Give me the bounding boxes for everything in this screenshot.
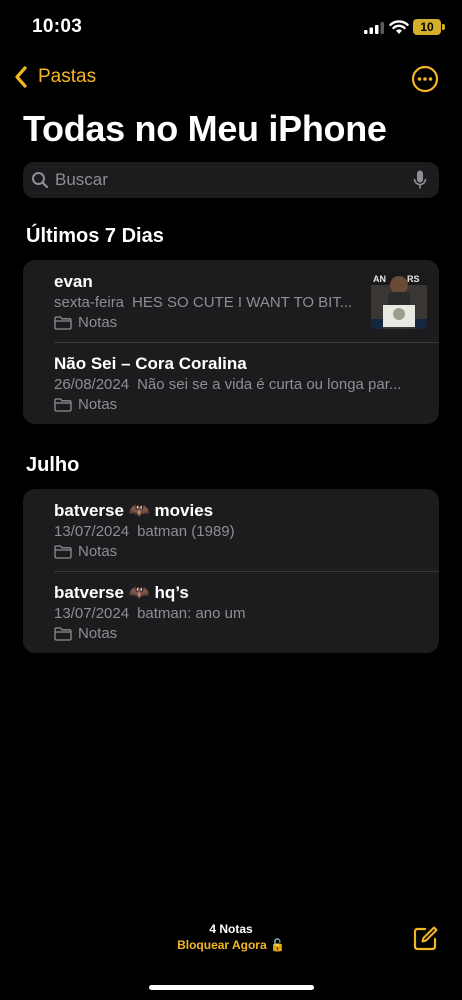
- note-folder: Notas: [54, 314, 117, 331]
- note-folder-label: Notas: [78, 314, 118, 331]
- back-button[interactable]: Pastas: [14, 66, 96, 88]
- note-item[interactable]: batverse 🦇 movies 13/07/2024 batman (1989…: [23, 489, 439, 571]
- section-header: Últimos 7 Dias: [26, 225, 164, 247]
- note-meta: 26/08/2024 Não sei se a vida é curta ou l…: [54, 376, 401, 393]
- battery-icon: 10: [413, 19, 441, 35]
- note-folder: Notas: [54, 396, 117, 413]
- compose-icon[interactable]: [413, 925, 439, 951]
- note-item[interactable]: batverse 🦇 hq’s 13/07/2024 batman: ano um…: [23, 571, 439, 653]
- more-options-icon[interactable]: [411, 65, 439, 93]
- lock-now-button[interactable]: Bloquear Agora 🔓: [0, 938, 462, 952]
- note-date: 26/08/2024: [54, 376, 130, 393]
- section-header: Julho: [26, 454, 80, 476]
- status-time: 10:03: [32, 16, 83, 37]
- note-preview: batman (1989): [137, 523, 235, 540]
- note-meta: sexta-feira HES SO CUTE I WANT TO BIT...: [54, 294, 352, 311]
- chevron-left-icon: [15, 66, 27, 88]
- note-date: 13/07/2024: [54, 605, 130, 622]
- search-bar[interactable]: [23, 162, 439, 198]
- home-indicator[interactable]: [149, 985, 314, 990]
- note-title: Não Sei – Cora Coralina: [54, 354, 247, 373]
- folder-icon: [54, 544, 72, 559]
- svg-text:AN: AN: [373, 274, 386, 284]
- note-date: sexta-feira: [54, 294, 125, 311]
- note-title: batverse 🦇 movies: [54, 501, 214, 520]
- note-preview: Não sei se a vida é curta ou longa par..…: [137, 376, 402, 393]
- note-item[interactable]: Não Sei – Cora Coralina 26/08/2024 Não se…: [23, 342, 439, 424]
- notes-group: evan sexta-feira HES SO CUTE I WANT TO BI…: [23, 260, 439, 424]
- note-title: batverse 🦇 hq’s: [54, 583, 189, 602]
- note-folder: Notas: [54, 625, 117, 642]
- status-bar: 10:03 10: [0, 0, 462, 56]
- folder-icon: [54, 626, 72, 641]
- navigation-bar: Pastas: [0, 60, 462, 100]
- microphone-icon[interactable]: [413, 170, 427, 190]
- note-folder: Notas: [54, 543, 117, 560]
- photo-thumbnail-image: AN RS: [371, 271, 427, 329]
- search-icon: [32, 172, 49, 189]
- note-title: evan: [54, 272, 93, 291]
- note-folder-label: Notas: [78, 625, 118, 642]
- note-date: 13/07/2024: [54, 523, 130, 540]
- page-title: Todas no Meu iPhone: [23, 108, 387, 149]
- wifi-icon: [389, 20, 409, 34]
- note-thumbnail: AN RS: [371, 271, 427, 329]
- note-item[interactable]: evan sexta-feira HES SO CUTE I WANT TO BI…: [23, 260, 439, 342]
- cellular-signal-icon: [364, 22, 384, 34]
- back-button-label: Pastas: [38, 66, 97, 87]
- note-meta: 13/07/2024 batman: ano um: [54, 605, 245, 622]
- note-folder-label: Notas: [78, 543, 118, 560]
- note-preview: HES SO CUTE I WANT TO BIT...: [132, 294, 353, 311]
- notes-group: batverse 🦇 movies 13/07/2024 batman (1989…: [23, 489, 439, 653]
- search-input[interactable]: [55, 168, 405, 192]
- notes-count: 4 Notas: [209, 922, 253, 936]
- battery-nub: [442, 24, 445, 30]
- note-preview: batman: ano um: [137, 605, 246, 622]
- svg-text:RS: RS: [407, 274, 420, 284]
- note-folder-label: Notas: [78, 396, 118, 413]
- note-meta: 13/07/2024 batman (1989): [54, 523, 235, 540]
- folder-icon: [54, 315, 72, 330]
- folder-icon: [54, 397, 72, 412]
